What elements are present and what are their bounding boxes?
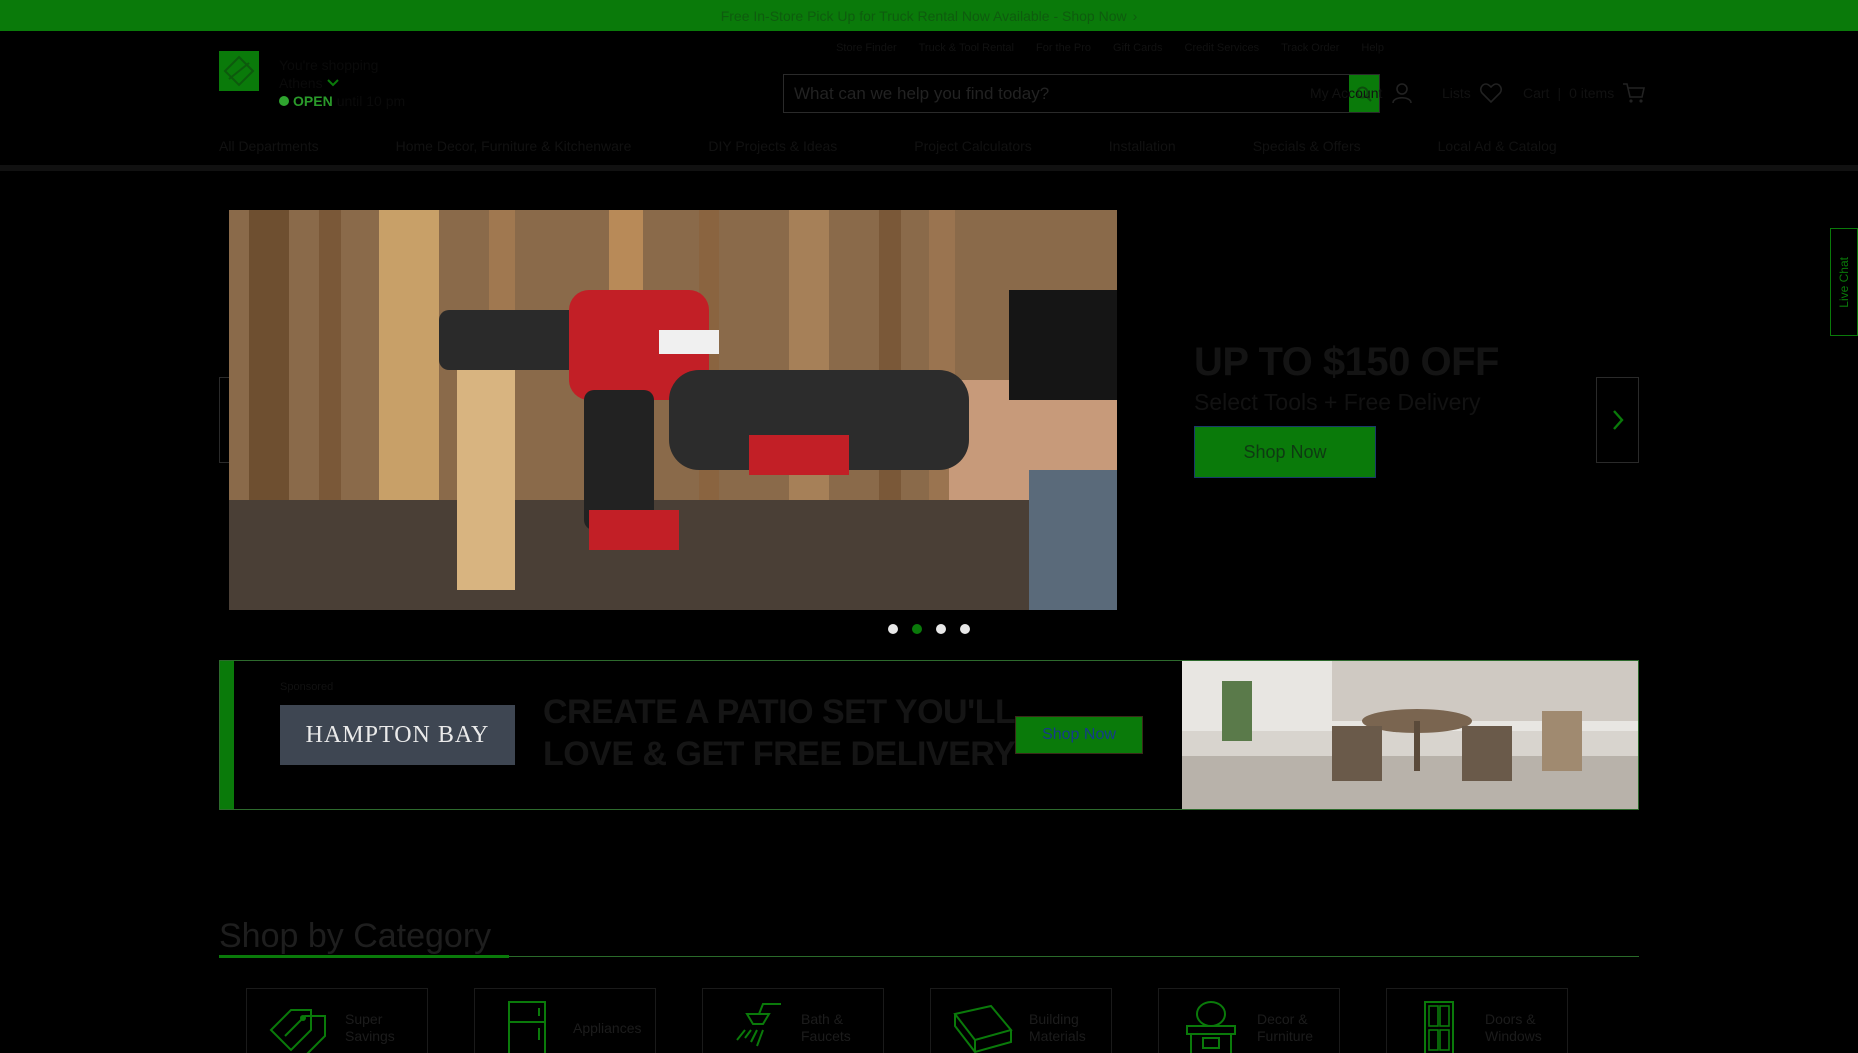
open-status: OPEN <box>293 93 333 109</box>
lists-link[interactable]: Lists <box>1442 81 1503 105</box>
lists-label: Lists <box>1442 85 1471 101</box>
cart-count: 0 items <box>1569 85 1615 101</box>
util-link-gift-cards[interactable]: Gift Cards <box>1113 42 1163 54</box>
heart-icon <box>1479 83 1502 104</box>
util-link-track-order[interactable]: Track Order <box>1281 42 1339 54</box>
hampton-bay-logo: HAMPTON BAY <box>280 705 515 765</box>
carousel-dot-2[interactable] <box>912 624 922 634</box>
util-link-for-the-pro[interactable]: For the Pro <box>1036 42 1091 54</box>
hero-text: UP TO $150 OFF Select Tools + Free Deliv… <box>1194 340 1499 478</box>
category-list: Super Savings Appliances Bath & Faucets … <box>246 988 1568 1053</box>
main-nav: All Departments Home Decor, Furniture & … <box>219 138 1634 154</box>
category-super-savings[interactable]: Super Savings <box>246 988 428 1053</box>
sponsored-stripe <box>220 661 234 809</box>
util-link-truck-rental[interactable]: Truck & Tool Rental <box>919 42 1014 54</box>
nav-specials-offers[interactable]: Specials & Offers <box>1253 138 1361 154</box>
cart-icon <box>1623 83 1646 103</box>
carousel-dots <box>888 624 970 634</box>
door-icon <box>1424 1001 1454 1053</box>
logo-icon <box>221 53 257 89</box>
chevron-down-icon[interactable] <box>326 79 339 87</box>
carousel-dot-3[interactable] <box>936 624 946 634</box>
nav-diy-projects[interactable]: DIY Projects & Ideas <box>708 138 837 154</box>
hero-image[interactable] <box>229 210 1117 610</box>
sponsored-banner[interactable]: Sponsored HAMPTON BAY CREATE A PATIO SET… <box>219 660 1639 810</box>
account-label: My Account <box>1310 85 1383 101</box>
shop-by-category-title: Shop by Category <box>219 917 492 955</box>
category-doors-windows[interactable]: Doors & Windows <box>1386 988 1568 1053</box>
category-label: Decor & Furniture <box>1257 1011 1314 1044</box>
category-label: Doors & Windows <box>1485 1011 1542 1044</box>
category-divider-accent <box>219 955 509 958</box>
patio-image <box>1182 661 1638 809</box>
store-selector[interactable]: You're shopping Athens OPEN until 10 pm <box>279 56 405 110</box>
utility-links: Store Finder Truck & Tool Rental For the… <box>836 42 1384 54</box>
category-label: Building Materials <box>1029 1011 1086 1044</box>
home-depot-logo[interactable] <box>219 51 259 91</box>
category-label: Appliances <box>573 1019 642 1036</box>
hero-headline: UP TO $150 OFF <box>1194 340 1499 384</box>
category-appliances[interactable]: Appliances <box>474 988 656 1053</box>
category-decor-furniture[interactable]: Decor & Furniture <box>1158 988 1340 1053</box>
search-input[interactable] <box>784 83 1324 104</box>
sponsored-headline-line1: CREATE A PATIO SET YOU'LL <box>543 693 1016 731</box>
refrigerator-icon <box>508 1001 546 1053</box>
nav-project-calculators[interactable]: Project Calculators <box>914 138 1032 154</box>
promo-text[interactable]: Free In-Store Pick Up for Truck Rental N… <box>721 8 1127 24</box>
category-label: Bath & Faucets <box>801 1011 851 1044</box>
store-hours: until 10 pm <box>336 93 406 109</box>
carousel-dot-1[interactable] <box>888 624 898 634</box>
category-bath-faucets[interactable]: Bath & Faucets <box>702 988 884 1053</box>
category-building-materials[interactable]: Building Materials <box>930 988 1112 1053</box>
tags-icon <box>269 1009 326 1053</box>
search-bar <box>783 74 1380 113</box>
cart-label: Cart <box>1523 85 1550 101</box>
drill-photo <box>229 210 1117 610</box>
promo-bar[interactable]: Free In-Store Pick Up for Truck Rental N… <box>0 0 1858 31</box>
util-link-store-finder[interactable]: Store Finder <box>836 42 897 54</box>
category-label: Super Savings <box>345 1011 395 1044</box>
carousel-dot-4[interactable] <box>960 624 970 634</box>
nav-installation[interactable]: Installation <box>1109 138 1176 154</box>
sponsored-label: Sponsored <box>280 681 334 693</box>
store-name[interactable]: Athens <box>279 74 323 92</box>
live-chat-label: Live Chat <box>1837 256 1851 308</box>
hero-shop-now-button[interactable]: Shop Now <box>1194 426 1376 478</box>
shower-icon <box>736 1003 781 1047</box>
sponsored-shop-now-button[interactable]: Shop Now <box>1015 716 1143 754</box>
user-icon <box>1392 83 1413 104</box>
account-link[interactable]: My Account <box>1310 81 1414 105</box>
util-link-credit-services[interactable]: Credit Services <box>1185 42 1260 54</box>
cart-link[interactable]: Cart | 0 items <box>1523 81 1646 105</box>
carousel-next-button[interactable] <box>1596 377 1639 463</box>
patio-photo <box>1182 661 1638 809</box>
nav-local-ad[interactable]: Local Ad & Catalog <box>1438 138 1557 154</box>
vanity-icon <box>1186 1001 1236 1053</box>
open-status-dot <box>279 96 289 106</box>
nav-home-decor[interactable]: Home Decor, Furniture & Kitchenware <box>396 138 632 154</box>
chevron-right-icon: › <box>1132 7 1138 24</box>
chevron-right-icon <box>1612 410 1624 430</box>
util-link-help[interactable]: Help <box>1361 42 1384 54</box>
live-chat-button[interactable]: Live Chat <box>1830 228 1858 336</box>
lumber-icon <box>953 1004 1013 1053</box>
nav-all-departments[interactable]: All Departments <box>219 138 319 154</box>
hero-subheading: Select Tools + Free Delivery <box>1194 389 1481 415</box>
store-label: You're shopping <box>279 57 379 73</box>
sponsored-headline: CREATE A PATIO SET YOU'LL LOVE & GET FRE… <box>543 691 1016 775</box>
sponsored-headline-line2: LOVE & GET FREE DELIVERY <box>543 735 1016 773</box>
site-header: You're shopping Athens OPEN until 10 pm … <box>0 31 1858 171</box>
